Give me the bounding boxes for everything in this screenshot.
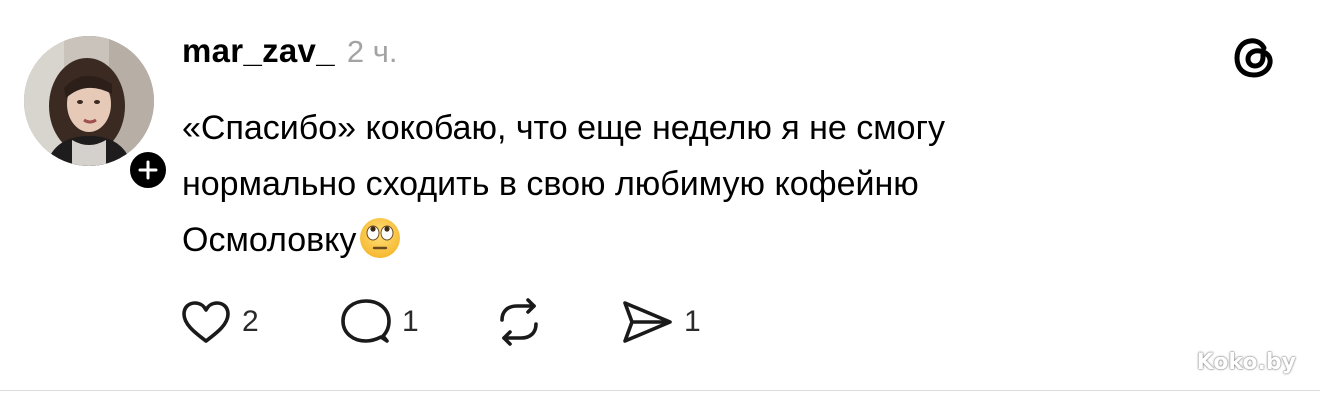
share-button[interactable]: 1	[620, 294, 701, 350]
watermark: Koko.by	[1196, 350, 1296, 375]
post-text-line-2: нормально сходить в свою любимую кофейню	[182, 165, 919, 203]
like-count: 2	[242, 305, 259, 338]
repost-button[interactable]	[492, 294, 556, 350]
comment-bubble-icon	[341, 299, 391, 343]
action-bar: 2 1 1	[180, 294, 780, 350]
avatar-photo	[24, 36, 154, 166]
post-text-line-1: «Спасибо» кокобаю, что еще неделю я не с…	[182, 109, 945, 147]
face-with-rolling-eyes-icon	[360, 218, 401, 258]
heart-icon	[182, 301, 230, 343]
comment-button[interactable]: 1	[340, 294, 419, 350]
threads-post: mar_zav_ 2 ч. «Спасибо» кокобаю, что еще…	[0, 0, 1320, 400]
timestamp: 2 ч.	[346, 34, 398, 69]
share-count: 1	[684, 305, 701, 338]
plus-icon	[138, 160, 158, 180]
like-button[interactable]: 2	[180, 294, 259, 350]
threads-logo-icon[interactable]	[1230, 33, 1278, 81]
avatar[interactable]	[24, 36, 154, 166]
comment-count: 1	[402, 305, 419, 338]
follow-button[interactable]	[126, 148, 170, 192]
post-header: mar_zav_ 2 ч.	[182, 32, 397, 72]
username[interactable]: mar_zav_	[182, 32, 335, 70]
avatar-container	[24, 36, 170, 192]
repost-icon	[500, 298, 538, 346]
post-divider	[0, 390, 1320, 391]
send-icon	[623, 301, 672, 343]
post-text-line-3: Осмоловку	[182, 221, 357, 259]
post-text: «Спасибо» кокобаю, что еще неделю я не с…	[182, 100, 1192, 268]
